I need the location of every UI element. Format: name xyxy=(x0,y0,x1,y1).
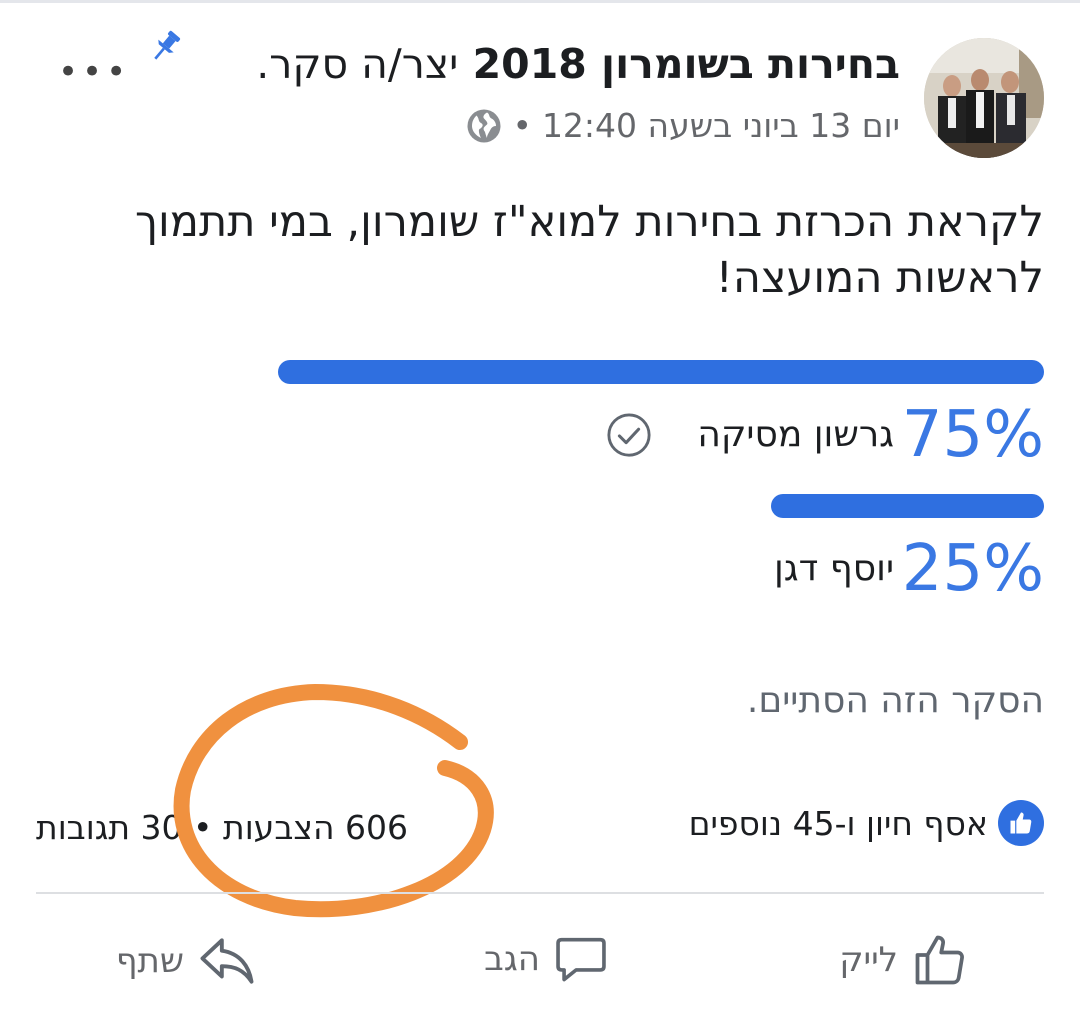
thumbs-up-icon xyxy=(915,935,964,985)
poll-label-option-2[interactable]: יוסף דגן xyxy=(774,548,894,589)
thumbs-up-badge-icon xyxy=(998,800,1044,846)
poll-label-option-1[interactable]: גרשון מסיקה xyxy=(697,414,894,455)
comments-count[interactable]: 30 תגובות xyxy=(36,808,183,847)
comment-icon xyxy=(556,937,606,982)
likes-summary[interactable]: אסף חיון ו-45 נוספים xyxy=(689,800,1044,846)
avatar-photo xyxy=(924,38,1044,158)
poll-percent-option-1: 75% xyxy=(901,398,1044,472)
share-label: שתף xyxy=(115,941,184,981)
author-name[interactable]: בחירות בשומרון 2018 xyxy=(473,40,900,88)
stats-separator: • xyxy=(193,808,213,847)
avatar[interactable] xyxy=(924,38,1044,158)
more-icon[interactable]: ••• xyxy=(58,52,130,92)
post-timestamp[interactable]: יום 13 ביוני בשעה 12:40 xyxy=(542,106,900,145)
share-icon xyxy=(200,938,254,984)
likes-text: אסף חיון ו-45 נוספים xyxy=(688,803,988,843)
post-action: יצר/ה סקר. xyxy=(256,40,459,88)
votes-count[interactable]: 606 הצבעות xyxy=(223,808,408,847)
actions-divider xyxy=(36,892,1044,894)
like-label: לייק xyxy=(839,940,898,980)
poll-status: הסקר הזה הסתיים. xyxy=(746,680,1044,721)
meta-separator: • xyxy=(512,106,532,145)
poll-percent-option-2: 25% xyxy=(901,532,1044,606)
poll-bar-option-1 xyxy=(278,360,1044,384)
post-stats: 606 הצבעות • 30 תגובות xyxy=(36,808,408,847)
push-pin-icon xyxy=(154,30,181,60)
share-button[interactable]: שתף xyxy=(116,930,258,992)
poll-question: לקראת הכרזת בחירות למוא"ז שומרון, במי תת… xyxy=(134,197,1044,303)
poll-bar-option-2 xyxy=(771,494,1044,518)
post-meta: יום 13 ביוני בשעה 12:40 • xyxy=(466,106,900,145)
comment-button[interactable]: הגב xyxy=(484,930,610,988)
check-circle-icon xyxy=(607,413,651,457)
like-button[interactable]: לייק xyxy=(839,930,970,990)
post-header: בחירות בשומרון 2018 יצר/ה סקר. xyxy=(256,40,900,88)
top-divider xyxy=(0,0,1080,3)
comment-label: הגב xyxy=(484,939,540,979)
globe-icon xyxy=(467,109,501,142)
